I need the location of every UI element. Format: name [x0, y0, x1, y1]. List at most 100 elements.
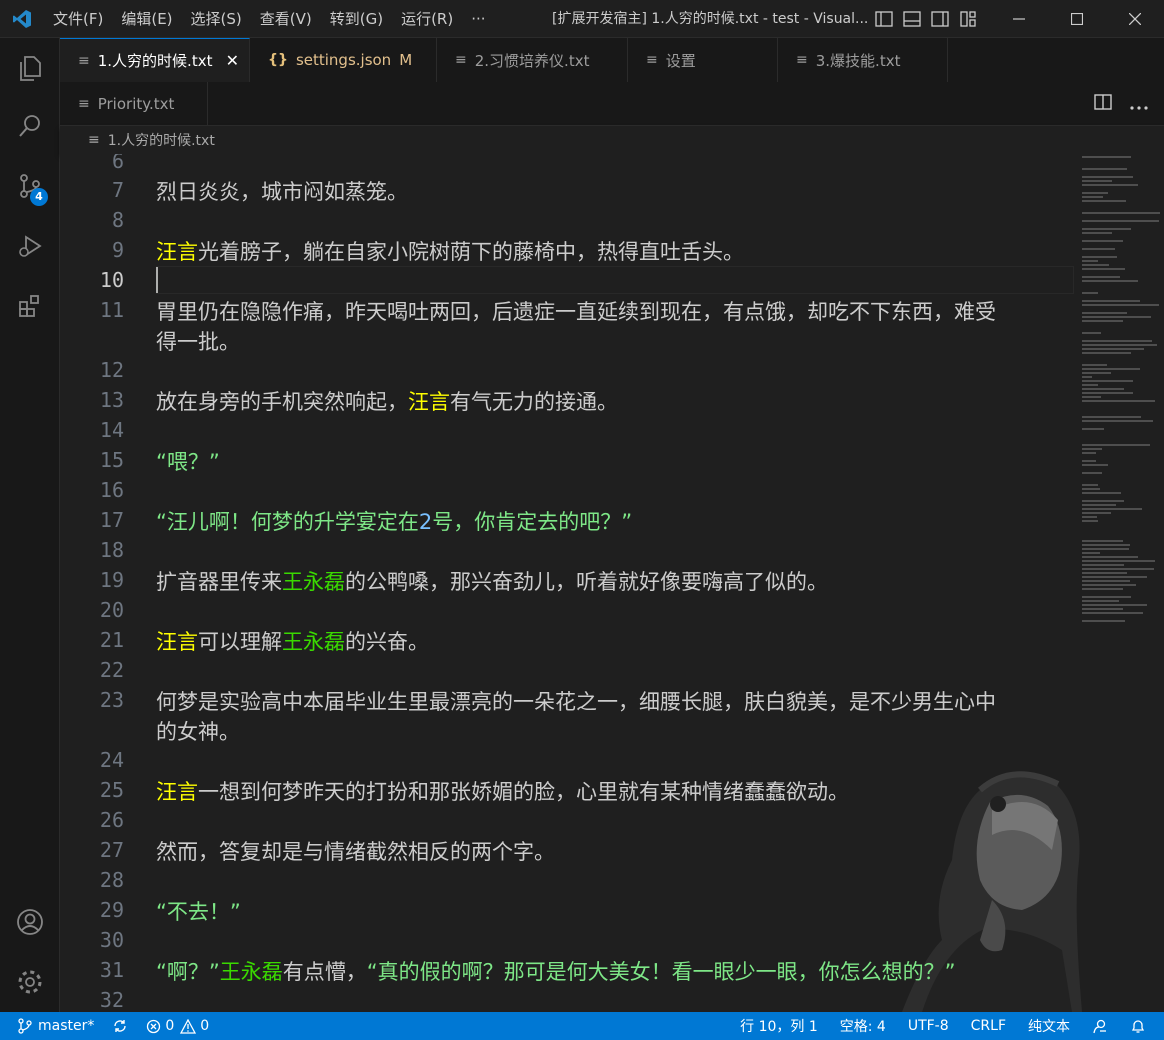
text-line: 烈日炎炎，城市闷如蒸笼。: [156, 180, 408, 204]
tab-label: Priority.txt: [97, 94, 175, 113]
text-line: 汪言光着膀子，躺在自家小院树荫下的藤椅中，热得直吐舌头。: [156, 240, 744, 264]
indentation[interactable]: 空格: 4: [840, 1016, 886, 1036]
settings-gear-icon[interactable]: [0, 954, 60, 1010]
close-window-icon[interactable]: [1106, 0, 1164, 38]
current-line-highlight: [156, 266, 1074, 294]
minimap-line: [1082, 344, 1157, 346]
minimap-line: [1082, 384, 1098, 386]
minimap-line: [1082, 220, 1159, 222]
tab-settings-json[interactable]: {} settings.json M: [250, 38, 437, 82]
text-line-quote: “喂？”: [156, 450, 220, 474]
warning-count: 0: [200, 1018, 210, 1034]
warning-icon: [180, 1018, 197, 1034]
run-debug-icon[interactable]: [0, 218, 60, 274]
minimap-line: [1082, 596, 1131, 598]
minimap-line: [1082, 268, 1125, 270]
minimap[interactable]: [1080, 154, 1164, 1012]
end-of-line[interactable]: CRLF: [971, 1018, 1006, 1034]
split-editor-icon[interactable]: [1094, 94, 1112, 114]
minimap-line: [1082, 228, 1131, 230]
extensions-icon[interactable]: [0, 278, 60, 334]
modified-indicator: M: [399, 51, 413, 69]
menu-go[interactable]: 转到(G): [321, 0, 392, 38]
minimap-line: [1082, 256, 1117, 258]
minimap-line: [1082, 400, 1155, 402]
problems-status[interactable]: 0 0: [146, 1018, 209, 1034]
minimap-line: [1082, 332, 1101, 334]
tab-file-2[interactable]: ≡ 2.习惯培养仪.txt: [437, 38, 628, 82]
close-icon[interactable]: ✕: [226, 51, 239, 70]
minimap-line: [1082, 600, 1119, 602]
minimap-line: [1082, 380, 1133, 382]
line-number: 20: [99, 598, 124, 622]
tab-priority[interactable]: ≡ Priority.txt: [60, 82, 208, 125]
line-number: 15: [99, 448, 124, 472]
sync-icon[interactable]: [112, 1018, 128, 1034]
tab-bar: ≡ 1.人穷的时候.txt ✕ {} settings.json M ≡ 2.习…: [60, 38, 1164, 82]
line-number: 22: [99, 658, 124, 682]
menu-edit[interactable]: 编辑(E): [112, 0, 181, 38]
encoding[interactable]: UTF-8: [908, 1018, 949, 1034]
minimap-line: [1082, 292, 1098, 294]
text-line: 扩音器里传来王永磊的公鸭嗓，那兴奋劲儿，听着就好像要嗨高了似的。: [156, 570, 828, 594]
error-icon: [147, 1019, 161, 1033]
maximize-icon[interactable]: [1048, 0, 1106, 38]
minimap-line: [1082, 180, 1112, 182]
source-control-badge: 4: [30, 188, 48, 206]
minimap-line: [1082, 512, 1111, 514]
breadcrumb[interactable]: ≡ 1.人穷的时候.txt: [60, 126, 1164, 154]
notifications-bell-icon[interactable]: [1130, 1018, 1146, 1034]
minimap-line: [1082, 388, 1124, 390]
feedback-icon[interactable]: [1092, 1018, 1108, 1034]
toggle-sidebar-icon[interactable]: [870, 0, 898, 38]
menu-file[interactable]: 文件(F): [44, 0, 112, 38]
tab-label: 设置: [665, 51, 696, 70]
menu-selection[interactable]: 选择(S): [182, 0, 251, 38]
error-count: 0: [165, 1018, 175, 1034]
branch-status[interactable]: master*: [18, 1018, 94, 1034]
source-control-icon[interactable]: [0, 158, 60, 214]
minimap-line: [1082, 548, 1129, 550]
file-lines-icon: ≡: [796, 52, 808, 68]
number-highlight: 2: [418, 510, 433, 534]
minimap-line: [1082, 484, 1098, 486]
tab-file-1[interactable]: ≡ 1.人穷的时候.txt ✕: [60, 38, 250, 82]
menu-more[interactable]: ···: [462, 0, 494, 38]
tab-file-3[interactable]: ≡ 3.爆技能.txt: [778, 38, 948, 82]
line-number: 9: [111, 238, 124, 262]
editor[interactable]: 6 7 烈日炎炎，城市闷如蒸笼。 8 9 汪言光着膀子，躺在自家小院树荫下的藤椅…: [60, 154, 1164, 1012]
toggle-secondary-sidebar-icon[interactable]: [926, 0, 954, 38]
search-icon[interactable]: [0, 98, 60, 154]
minimap-line: [1082, 260, 1098, 262]
file-lines-icon: ≡: [88, 132, 100, 148]
customize-layout-icon[interactable]: [954, 0, 982, 38]
menu-run[interactable]: 运行(R): [392, 0, 462, 38]
cursor-position[interactable]: 行 10，列 1: [740, 1016, 818, 1036]
text-line-wrap: 得一批。: [156, 330, 240, 354]
minimap-line: [1082, 552, 1100, 554]
language-mode[interactable]: 纯文本: [1028, 1016, 1070, 1036]
toggle-panel-icon[interactable]: [898, 0, 926, 38]
minimap-line: [1082, 576, 1147, 578]
minimap-line: [1082, 372, 1111, 374]
minimap-line: [1082, 396, 1101, 398]
explorer-icon[interactable]: [0, 40, 60, 96]
line-number: 28: [99, 868, 124, 892]
line-number-current: 10: [99, 268, 124, 292]
minimap-line: [1082, 520, 1098, 522]
minimap-line: [1082, 280, 1138, 282]
tab-label: 3.爆技能.txt: [815, 51, 901, 70]
minimap-line: [1082, 444, 1150, 446]
name-highlight: 汪言: [156, 630, 198, 654]
name-highlight: 王永磊: [282, 570, 345, 594]
menu-view[interactable]: 查看(V): [251, 0, 321, 38]
minimap-line: [1082, 608, 1123, 610]
minimap-line: [1082, 544, 1130, 546]
account-icon[interactable]: [0, 894, 60, 950]
minimize-icon[interactable]: [990, 0, 1048, 38]
tab-settings[interactable]: ≡ 设置: [628, 38, 778, 82]
more-actions-icon[interactable]: [1130, 95, 1148, 114]
breadcrumb-file[interactable]: 1.人穷的时候.txt: [108, 130, 215, 150]
minimap-line: [1082, 620, 1125, 622]
minimap-line: [1082, 472, 1102, 474]
